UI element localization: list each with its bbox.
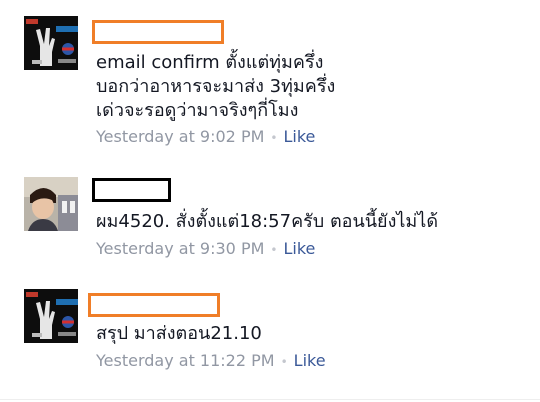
comment-text-line: สรุป มาส่งตอน21.10 (96, 323, 262, 344)
like-button[interactable]: Like (283, 127, 315, 146)
like-button[interactable]: Like (294, 351, 326, 370)
rock-hand-avatar-image (24, 289, 78, 343)
separator-dot: • (280, 355, 288, 369)
separator-dot: • (270, 131, 278, 145)
comment-meta: Yesterday at 11:22 PM • Like (96, 351, 326, 372)
separator-dot: • (270, 243, 278, 257)
timestamp-link[interactable]: Yesterday at 9:30 PM (96, 239, 264, 258)
comment-text-line: ผม4520. สั่งตั้งแต่18:57ครับ ตอนนี้ยังไม… (96, 211, 439, 232)
comment-text-line: บอกว่าอาหารจะมาส่ง 3ทุ่มครึ่ง (96, 76, 336, 97)
timestamp-link[interactable]: Yesterday at 11:22 PM (96, 351, 275, 370)
comment-text-line: เด่วจะรอดูว่ามาจริงๆกี่โมง (96, 100, 299, 121)
timestamp-link[interactable]: Yesterday at 9:02 PM (96, 127, 264, 146)
avatar[interactable] (24, 289, 78, 343)
comment-meta: Yesterday at 9:30 PM • Like (96, 239, 315, 260)
avatar[interactable] (24, 177, 78, 231)
comment-text-line: email confirm ตั้งแต่ทุ่มครึ่ง (96, 52, 324, 73)
redacted-name (92, 178, 171, 202)
person-photo-avatar-image (24, 177, 78, 231)
redacted-name (92, 20, 224, 44)
rock-hand-avatar-image (24, 16, 78, 70)
redacted-name (88, 293, 220, 317)
divider (0, 399, 540, 400)
like-button[interactable]: Like (283, 239, 315, 258)
avatar[interactable] (24, 16, 78, 70)
comment-meta: Yesterday at 9:02 PM • Like (96, 127, 315, 148)
